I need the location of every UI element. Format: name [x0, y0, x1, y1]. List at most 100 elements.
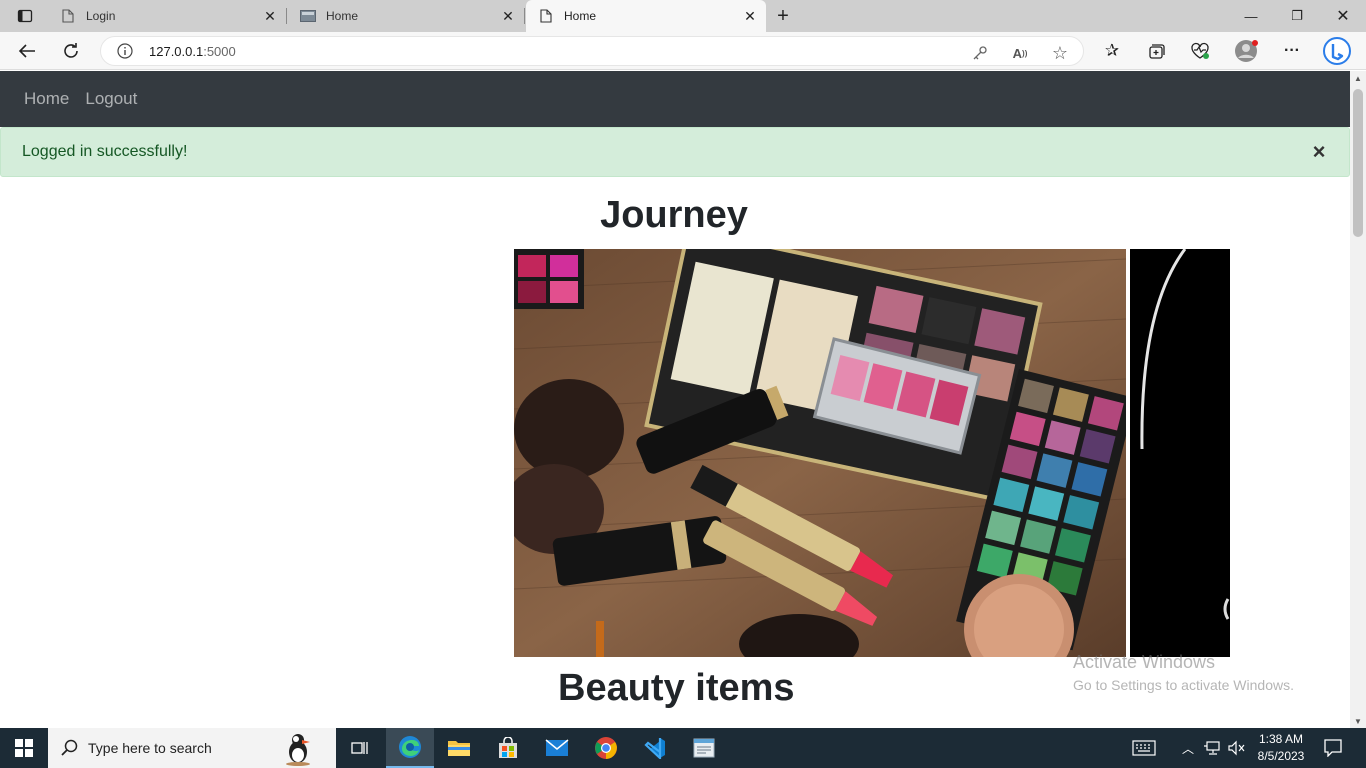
page-scrollbar[interactable]: ▲ ▼ [1350, 71, 1366, 728]
taskbar-chrome[interactable] [582, 728, 630, 768]
heart-pulse-icon [1191, 42, 1209, 59]
minimize-icon: — [1244, 8, 1258, 24]
tab-home-1[interactable]: Home ✕ [288, 0, 525, 32]
chevron-up-icon: ︿ [1181, 741, 1194, 756]
browser-toolbar: 127.0.0.1:5000 A)) ☆ ✰ ··· [0, 32, 1366, 70]
page-icon [538, 8, 554, 24]
back-button[interactable] [12, 36, 42, 66]
browser-essentials-button[interactable] [1185, 36, 1215, 66]
page-viewport: Home Logout Logged in successfully! × Jo… [0, 71, 1350, 728]
vscode-icon [644, 738, 665, 759]
page-icon [60, 8, 76, 24]
browser-tab-strip: Login ✕ Home ✕ Home ✕ + — ❐ ✕ [0, 0, 1366, 32]
task-view-icon [351, 742, 368, 754]
minimize-button[interactable]: — [1228, 0, 1274, 32]
collections-button[interactable] [1141, 36, 1171, 66]
plus-icon: + [777, 4, 789, 27]
search-placeholder: Type here to search [88, 740, 212, 756]
flash-alert: Logged in successfully! × [0, 127, 1350, 177]
image-carousel[interactable] [514, 249, 1230, 657]
address-bar[interactable]: 127.0.0.1:5000 A)) ☆ [100, 36, 1084, 66]
show-hidden-icons-button[interactable]: ︿ [1176, 728, 1200, 768]
scroll-up-arrow-icon[interactable]: ▲ [1350, 71, 1366, 85]
tab-label: Home [564, 9, 597, 23]
volume-muted-icon [1228, 740, 1245, 756]
avatar-icon [1235, 40, 1258, 62]
info-icon[interactable] [117, 43, 133, 59]
close-icon[interactable]: ✕ [740, 6, 760, 26]
mail-icon [545, 739, 569, 756]
windows-taskbar: Type here to search ︿ 1:38 AM 8/5/2023 [0, 728, 1366, 768]
notification-icon [1324, 739, 1342, 757]
journey-heading-text: Journey [600, 194, 748, 236]
taskbar-file-explorer[interactable] [435, 728, 483, 768]
chrome-icon [595, 737, 617, 759]
nav-home-link[interactable]: Home [24, 89, 69, 109]
refresh-icon [64, 43, 78, 58]
makeup-flatlay-image [514, 249, 1126, 657]
watermark-line1: Activate Windows [1073, 652, 1216, 672]
tab-label: Login [86, 9, 116, 23]
edge-icon [399, 736, 421, 758]
start-button[interactable] [0, 728, 48, 768]
keyboard-tray-button[interactable] [1128, 728, 1160, 768]
flash-message: Logged in successfully! [22, 143, 188, 160]
tab-actions-button[interactable] [8, 4, 42, 28]
key-icon[interactable] [971, 44, 989, 62]
notepad-app-icon [693, 738, 715, 758]
windows-logo-icon [15, 739, 33, 757]
tab-label: Home [326, 9, 359, 23]
tab-login[interactable]: Login ✕ [48, 0, 287, 32]
dark-slide-image [1130, 249, 1230, 657]
search-icon [60, 738, 80, 758]
close-icon[interactable]: ✕ [260, 6, 280, 26]
journey-heading: Journey [0, 194, 1350, 237]
beauty-items-heading: Beauty items [558, 667, 795, 709]
nav-logout-link[interactable]: Logout [85, 89, 137, 109]
taskbar-vscode[interactable] [631, 728, 679, 768]
profile-button[interactable] [1231, 36, 1261, 66]
notifications-button[interactable] [1316, 728, 1350, 768]
taskbar-clock[interactable]: 1:38 AM 8/5/2023 [1250, 731, 1312, 765]
tab-actions-icon [17, 9, 33, 23]
settings-more-button[interactable]: ··· [1277, 36, 1307, 66]
close-icon[interactable]: ✕ [498, 6, 518, 26]
restore-icon: ❐ [1291, 8, 1303, 23]
bing-chat-button[interactable] [1322, 36, 1352, 66]
site-navbar: Home Logout [0, 71, 1350, 127]
taskbar-mail[interactable] [533, 728, 581, 768]
favorites-icon: ✰ [1104, 41, 1120, 60]
folder-icon [448, 741, 470, 756]
favorites-button[interactable]: ✰ [1097, 36, 1127, 66]
taskbar-search-box[interactable]: Type here to search [48, 728, 336, 768]
volume-tray-button[interactable] [1224, 728, 1248, 768]
url-text: 127.0.0.1:5000 [149, 43, 236, 59]
slide-arc-icon [1140, 249, 1230, 620]
favorite-star-icon[interactable]: ☆ [1051, 43, 1069, 63]
taskbar-notepad[interactable] [680, 728, 728, 768]
refresh-button[interactable] [56, 36, 86, 66]
close-window-button[interactable]: ✕ [1320, 0, 1366, 32]
scroll-down-arrow-icon[interactable]: ▼ [1350, 714, 1366, 728]
close-icon: ✕ [1336, 8, 1350, 25]
more-dots-icon: ··· [1284, 42, 1300, 59]
new-tab-button[interactable]: + [772, 5, 794, 27]
read-aloud-icon[interactable]: A)) [1011, 44, 1029, 62]
watermark-line2: Go to Settings to activate Windows. [1073, 677, 1294, 693]
taskbar-store[interactable] [484, 728, 532, 768]
restore-button[interactable]: ❐ [1274, 0, 1320, 32]
store-bag-icon [499, 737, 517, 758]
taskbar-edge[interactable] [386, 728, 434, 768]
clock-time: 1:38 AM [1258, 732, 1304, 746]
network-tray-button[interactable] [1200, 728, 1224, 768]
activate-windows-watermark: Activate Windows Go to Settings to activ… [1073, 652, 1294, 693]
scroll-thumb[interactable] [1353, 89, 1363, 237]
task-view-button[interactable] [336, 728, 384, 768]
collections-icon [1149, 44, 1165, 59]
back-arrow-icon [18, 44, 35, 58]
tab-home-active[interactable]: Home ✕ [526, 0, 766, 32]
bing-icon [1323, 37, 1351, 65]
keyboard-icon [1132, 740, 1156, 756]
alert-close-button[interactable]: × [1309, 139, 1329, 164]
puffin-illustration-icon [286, 734, 310, 766]
